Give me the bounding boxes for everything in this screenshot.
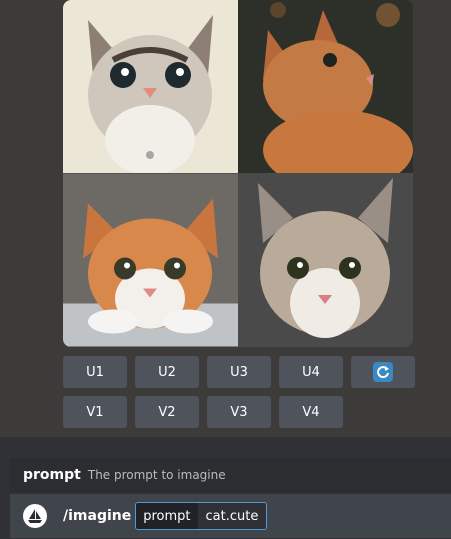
command-option-value[interactable]: cat.cute <box>197 503 267 529</box>
variation-button-2[interactable]: V2 <box>135 396 199 428</box>
bot-avatar <box>23 504 47 528</box>
upscale-button-3[interactable]: U3 <box>207 356 271 388</box>
command-option[interactable]: prompt cat.cute <box>135 502 268 530</box>
kitten-image-3 <box>63 173 238 347</box>
upscale-button-2[interactable]: U2 <box>135 356 199 388</box>
image-tile-1[interactable] <box>63 0 238 173</box>
sailboat-icon <box>28 509 42 523</box>
image-grid[interactable] <box>63 0 413 347</box>
option-hint: prompt The prompt to imagine <box>10 458 451 492</box>
image-tile-2[interactable] <box>238 0 413 173</box>
image-tile-4[interactable] <box>238 173 413 347</box>
upscale-button-1[interactable]: U1 <box>63 356 127 388</box>
upscale-button-4[interactable]: U4 <box>279 356 343 388</box>
variation-button-4[interactable]: V4 <box>279 396 343 428</box>
hint-option-name: prompt <box>23 467 81 483</box>
kitten-image-2 <box>238 0 413 173</box>
variation-button-3[interactable]: V3 <box>207 396 271 428</box>
kitten-image-1 <box>63 0 238 173</box>
slash-command: /imagine <box>63 508 132 524</box>
hint-option-description: The prompt to imagine <box>87 468 226 482</box>
kitten-image-4 <box>238 173 413 347</box>
reroll-button[interactable] <box>351 356 415 388</box>
command-option-name: prompt <box>136 503 198 529</box>
message-input[interactable]: /imagine prompt cat.cute <box>10 494 451 538</box>
variation-button-1[interactable]: V1 <box>63 396 127 428</box>
image-tile-3[interactable] <box>63 173 238 347</box>
refresh-icon <box>373 362 393 382</box>
